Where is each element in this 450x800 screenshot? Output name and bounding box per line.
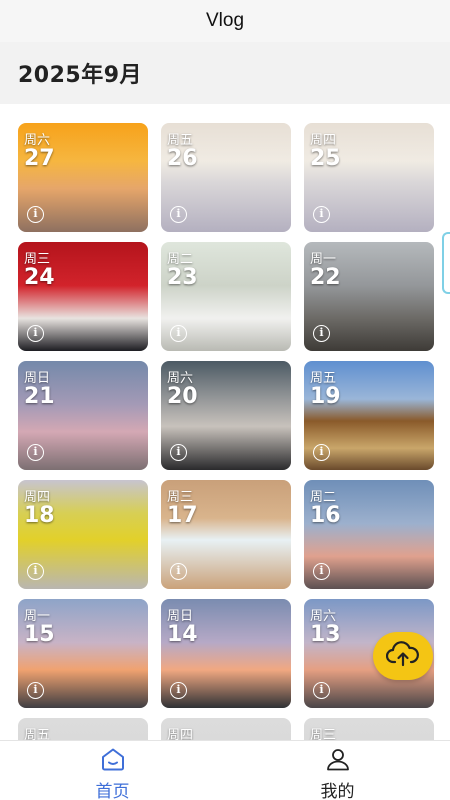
vlog-day-card[interactable]: 周日 14 i (161, 599, 291, 708)
day-number: 21 (24, 384, 55, 409)
tab-home-label: 首页 (95, 782, 130, 800)
vlog-day-card[interactable]: 周日 21 i (18, 361, 148, 470)
vlog-day-card[interactable]: 周四 25 i (304, 123, 434, 232)
day-number: 19 (310, 384, 341, 409)
vlog-day-card[interactable]: 周三 17 i (161, 480, 291, 589)
vlog-day-card[interactable]: 周二 23 i (161, 242, 291, 351)
info-icon[interactable]: i (313, 444, 330, 461)
vlog-day-card[interactable]: 周六 27 i (18, 123, 148, 232)
day-number: 13 (310, 622, 341, 647)
day-number: 18 (24, 503, 55, 528)
month-label: 2025年9月 (18, 63, 143, 88)
info-icon[interactable]: i (170, 682, 187, 699)
info-icon[interactable]: i (170, 444, 187, 461)
info-icon[interactable]: i (27, 563, 44, 580)
day-number: 26 (167, 146, 198, 171)
vlog-grid: 周六 27 i 周五 26 i 周四 25 i 周三 24 i 周二 23 i 周一 22 i 周日 21 i 周六 20 i… (18, 123, 434, 740)
bottom-tab-bar: 首页 我的 (0, 740, 450, 800)
info-icon[interactable]: i (27, 682, 44, 699)
tab-mine[interactable]: 我的 (225, 741, 450, 800)
home-icon (100, 747, 126, 775)
day-number: 20 (167, 384, 198, 409)
tab-mine-label: 我的 (320, 782, 355, 800)
vlog-day-card[interactable]: 周一 22 i (304, 242, 434, 351)
tab-home[interactable]: 首页 (0, 741, 225, 800)
info-icon[interactable]: i (170, 206, 187, 223)
info-icon[interactable]: i (170, 563, 187, 580)
vlog-day-card[interactable]: 周五 19 i (304, 361, 434, 470)
person-icon (325, 747, 351, 775)
vlog-day-card[interactable]: 周六 20 i (161, 361, 291, 470)
day-number: 15 (24, 622, 55, 647)
day-number: 14 (167, 622, 198, 647)
info-icon[interactable]: i (27, 444, 44, 461)
day-number: 17 (167, 503, 198, 528)
day-number: 25 (310, 146, 341, 171)
vlog-day-card[interactable]: 周五 26 i (161, 123, 291, 232)
day-number: 16 (310, 503, 341, 528)
page-title: Vlog (205, 10, 245, 31)
vlog-day-card[interactable]: 周三 (304, 718, 434, 740)
vlog-day-card[interactable]: 周五 (18, 718, 148, 740)
info-icon[interactable]: i (313, 325, 330, 342)
day-number: 23 (167, 265, 198, 290)
info-icon[interactable]: i (27, 206, 44, 223)
vlog-day-card[interactable]: 周四 (161, 718, 291, 740)
cloud-upload-icon (385, 641, 420, 671)
info-icon[interactable]: i (170, 325, 187, 342)
info-icon[interactable]: i (27, 325, 44, 342)
title-bar: Vlog (0, 0, 450, 42)
upload-button[interactable] (373, 632, 433, 680)
side-pull-tab[interactable] (442, 232, 450, 294)
info-icon[interactable]: i (313, 682, 330, 699)
weekday-label: 周三 (310, 728, 337, 740)
weekday-label: 周四 (167, 728, 194, 740)
day-number: 24 (24, 265, 55, 290)
vlog-day-card[interactable]: 周四 18 i (18, 480, 148, 589)
vlog-day-card[interactable]: 周三 24 i (18, 242, 148, 351)
vlog-day-card[interactable]: 周一 15 i (18, 599, 148, 708)
weekday-label: 周五 (24, 728, 51, 740)
vlog-day-card[interactable]: 周二 16 i (304, 480, 434, 589)
info-icon[interactable]: i (313, 563, 330, 580)
day-number: 27 (24, 146, 55, 171)
info-icon[interactable]: i (313, 206, 330, 223)
day-number: 22 (310, 265, 341, 290)
month-header: 2025年9月 (0, 42, 450, 104)
